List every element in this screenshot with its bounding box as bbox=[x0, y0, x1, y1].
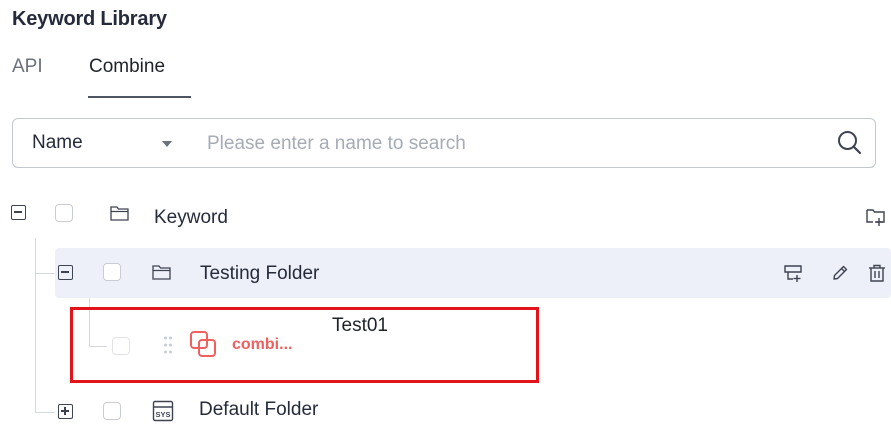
tree-node-label: Testing Folder bbox=[200, 263, 320, 284]
tab-api[interactable]: API bbox=[12, 56, 43, 78]
system-folder-icon: SYS bbox=[152, 400, 174, 422]
search-field-label: Name bbox=[32, 132, 83, 153]
tree-line bbox=[35, 273, 55, 274]
expand-icon[interactable] bbox=[58, 404, 73, 419]
search-field-select[interactable]: Name bbox=[13, 119, 199, 167]
tree-checkbox[interactable] bbox=[103, 402, 121, 420]
folder-icon bbox=[152, 265, 171, 280]
tree-node-keyword[interactable]: Keyword bbox=[0, 194, 891, 244]
active-tab-indicator bbox=[88, 96, 191, 98]
caret-down-icon bbox=[162, 141, 172, 147]
add-folder-icon[interactable] bbox=[866, 207, 886, 227]
search-input[interactable] bbox=[205, 127, 819, 161]
system-folder-badge: SYS bbox=[155, 410, 170, 419]
tree-checkbox[interactable] bbox=[103, 263, 121, 281]
tree-checkbox[interactable] bbox=[55, 204, 73, 222]
add-subfolder-icon[interactable] bbox=[783, 263, 803, 283]
tree-node-default-folder[interactable]: SYS Default Folder bbox=[0, 386, 891, 436]
search-bar: Name bbox=[12, 118, 876, 168]
edit-icon[interactable] bbox=[830, 263, 850, 283]
folder-icon bbox=[110, 206, 129, 221]
tree-node-testing-folder[interactable]: Testing Folder bbox=[55, 248, 891, 298]
tree-node-label: Keyword bbox=[154, 207, 228, 228]
delete-icon[interactable] bbox=[867, 263, 887, 283]
search-icon[interactable] bbox=[835, 128, 865, 158]
tab-combine[interactable]: Combine bbox=[89, 56, 165, 78]
tree-node-label: Default Folder bbox=[199, 399, 319, 420]
annotation-highlight-box bbox=[70, 307, 539, 383]
annotation-label: Test01 bbox=[332, 315, 388, 336]
collapse-icon[interactable] bbox=[11, 205, 26, 220]
page-title: Keyword Library bbox=[12, 8, 167, 30]
collapse-icon[interactable] bbox=[58, 265, 73, 280]
